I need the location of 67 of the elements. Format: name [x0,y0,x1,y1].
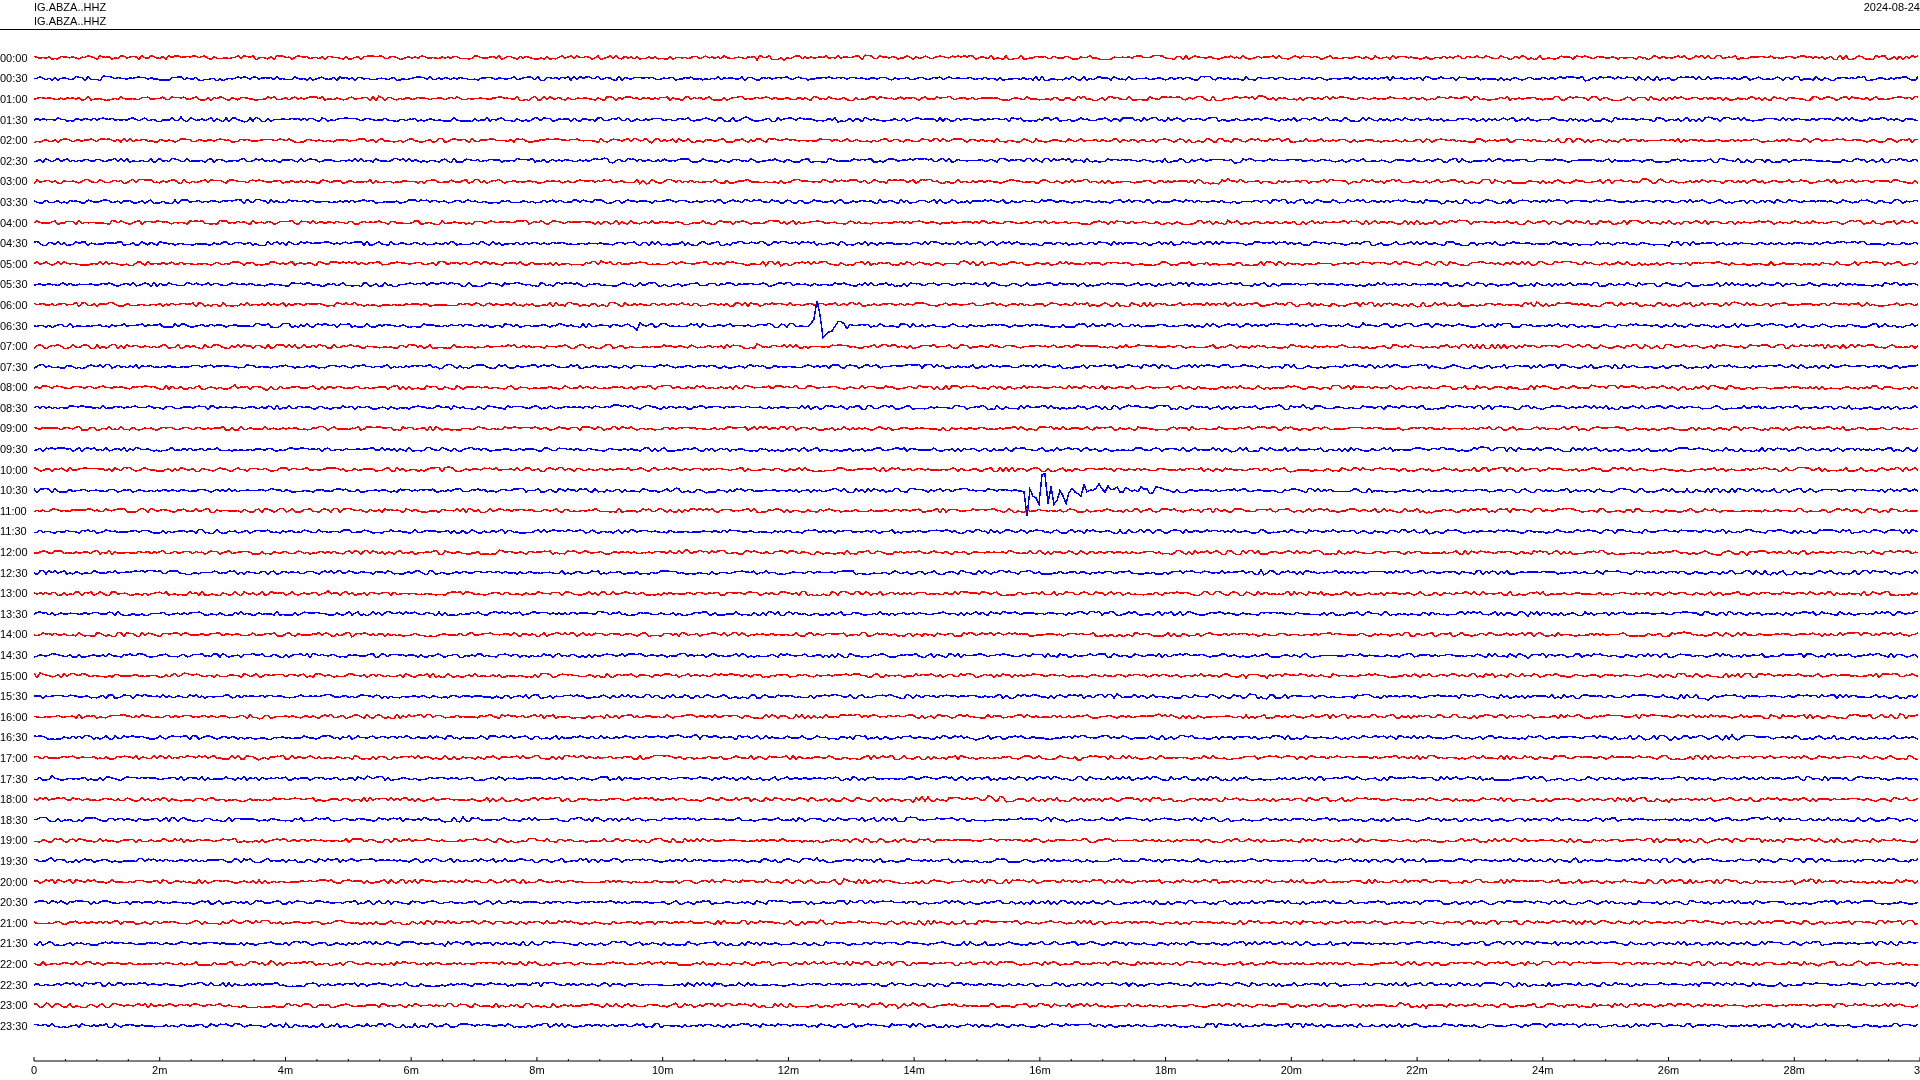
time-label: 02:30 [0,154,29,167]
time-label: 21:30 [0,937,29,950]
time-label: 10:00 [0,463,29,476]
axis-label: 2m [152,1064,168,1076]
time-label: 05:00 [0,257,29,270]
time-label: 11:00 [0,504,28,517]
time-label: 12:30 [0,566,29,579]
time-label: 13:00 [0,587,29,600]
time-label: 09:00 [0,422,29,435]
time-label: 03:00 [0,175,29,188]
time-label: 08:30 [0,401,29,414]
time-label: 20:00 [0,875,29,888]
time-label: 06:30 [0,319,29,332]
time-label: 16:00 [0,710,29,723]
time-label: 21:00 [0,916,29,929]
time-label: 18:30 [0,813,29,826]
axis-label: 3 [1913,1064,1920,1076]
station-label: IG.ABZA..HHZ [34,14,107,28]
axis-label: 26m [1657,1064,1680,1076]
axis-label: 20m [1280,1064,1303,1076]
time-label: 22:30 [0,978,29,991]
time-label: 04:30 [0,237,29,250]
time-label: 23:30 [0,1019,29,1032]
axis-label: 6m [403,1064,419,1076]
axis-label: 22m [1406,1064,1428,1076]
time-label: 03:30 [0,195,29,208]
time-label: 10:30 [0,484,29,497]
axis-label: 8m [529,1064,545,1076]
axis-label: 4m [277,1064,294,1076]
time-label: 05:30 [0,278,29,291]
time-label: 19:00 [0,834,29,847]
time-label: 08:00 [0,381,29,394]
time-label: 12:00 [0,546,29,559]
time-label: 01:00 [0,93,29,105]
station-label: IG.ABZA..HHZ [34,0,107,14]
time-label: 17:00 [0,752,29,764]
axis-label: 18m [1154,1064,1177,1076]
time-label: 01:30 [0,113,29,126]
time-label: 04:00 [0,216,29,229]
time-label: 02:00 [0,134,29,147]
time-label: 15:30 [0,690,29,703]
time-label: 15:00 [0,669,29,682]
axis-label: 14m [903,1064,925,1076]
time-label: 19:30 [0,854,29,867]
time-label: 13:30 [0,607,29,620]
time-label: 17:30 [0,772,29,785]
time-label: 22:00 [0,957,29,970]
time-label: 00:30 [0,72,29,85]
time-label: 23:00 [0,999,29,1012]
axis-label: 0 [30,1064,38,1076]
date-label: 2024-08-24 [1863,0,1920,14]
time-label: 20:30 [0,896,29,909]
time-label: 07:30 [0,360,29,373]
axis-label: 24m [1532,1064,1554,1076]
axis-label: 28m [1783,1064,1805,1076]
axis-label: 10m [651,1064,674,1076]
time-label: 09:30 [0,443,29,456]
axis-label: 16m [1029,1064,1051,1076]
time-label: 00:00 [0,51,29,64]
time-label: 14:30 [0,649,29,661]
time-label: 18:00 [0,793,29,806]
time-label: 11:30 [0,525,28,538]
time-label: 14:00 [0,628,29,641]
time-label: 06:00 [0,298,29,311]
time-label: 16:30 [0,731,29,744]
axis-label: 12m [777,1064,800,1076]
time-label: 07:00 [0,340,29,353]
